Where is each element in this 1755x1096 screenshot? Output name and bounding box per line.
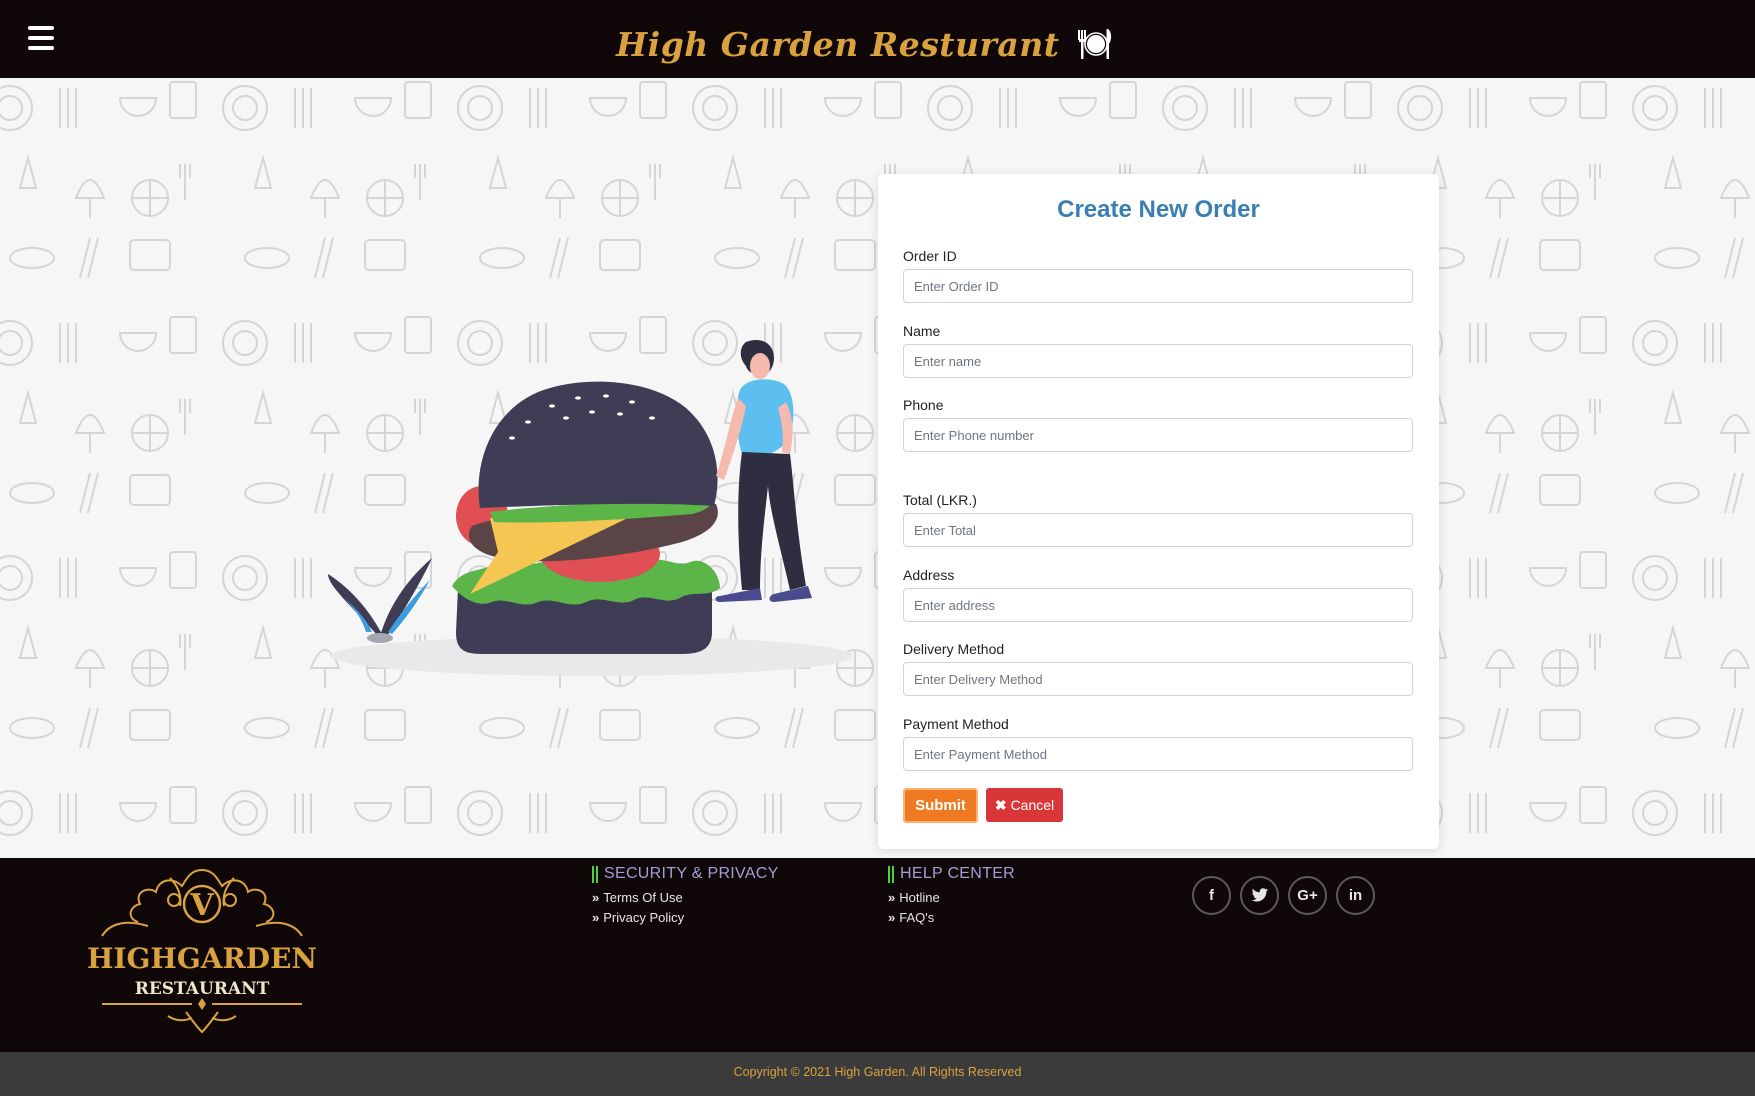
double-chevron-right-icon: » bbox=[888, 890, 896, 905]
payment-method-label: Payment Method bbox=[903, 716, 1009, 732]
total-label: Total (LKR.) bbox=[903, 492, 977, 508]
help-center-section: HELP CENTER » Hotline » FAQ's bbox=[888, 862, 1015, 926]
main-content: Create New Order Order ID Name Phone Tot… bbox=[0, 78, 1755, 858]
name-input[interactable] bbox=[903, 344, 1413, 378]
brand[interactable]: High Garden Resturant bbox=[616, 20, 1114, 68]
top-navbar: High Garden Resturant bbox=[0, 0, 1755, 78]
highgarden-restaurant-logo[interactable]: V HIGHGARDEN RESTAURANT bbox=[82, 866, 322, 1036]
create-order-form: Create New Order Order ID Name Phone Tot… bbox=[878, 174, 1439, 849]
total-input[interactable] bbox=[903, 513, 1413, 547]
hamburger-menu-icon[interactable] bbox=[28, 26, 54, 50]
terms-of-use-link[interactable]: » Terms Of Use bbox=[592, 889, 779, 906]
order-id-label: Order ID bbox=[903, 248, 957, 264]
logo-initial: V bbox=[189, 888, 214, 923]
phone-label: Phone bbox=[903, 397, 944, 413]
double-chevron-right-icon: » bbox=[592, 910, 600, 925]
security-privacy-section: SECURITY & PRIVACY » Terms Of Use » Priv… bbox=[592, 862, 779, 926]
cancel-button[interactable]: ✖ Cancel bbox=[986, 788, 1063, 822]
delivery-method-label: Delivery Method bbox=[903, 641, 1005, 657]
section-marker bbox=[592, 865, 598, 883]
logo-line-2: RESTAURANT bbox=[135, 979, 270, 999]
name-label: Name bbox=[903, 323, 941, 339]
logo-line-1: HIGHGARDEN bbox=[87, 942, 317, 975]
social-links: f G+ in bbox=[1192, 876, 1375, 915]
address-input[interactable] bbox=[903, 588, 1413, 622]
phone-input[interactable] bbox=[903, 418, 1413, 452]
footer: V HIGHGARDEN RESTAURANT SECURITY & PRIVA… bbox=[0, 858, 1755, 1052]
linkedin-icon[interactable]: in bbox=[1336, 876, 1375, 915]
privacy-policy-link[interactable]: » Privacy Policy bbox=[592, 909, 779, 926]
copyright-text: Copyright © 2021 High Garden. All Rights… bbox=[733, 1065, 1022, 1079]
section-marker bbox=[888, 865, 894, 883]
burger-illustration bbox=[328, 339, 852, 676]
brand-name: High Garden Resturant bbox=[616, 24, 1060, 64]
copyright-bar: Copyright © 2021 High Garden. All Rights… bbox=[0, 1052, 1755, 1096]
double-chevron-right-icon: » bbox=[888, 910, 896, 925]
double-chevron-right-icon: » bbox=[592, 890, 600, 905]
payment-method-input[interactable] bbox=[903, 737, 1413, 771]
close-icon: ✖ bbox=[994, 796, 1007, 813]
help-heading: HELP CENTER bbox=[900, 865, 1016, 882]
form-title: Create New Order bbox=[1057, 196, 1260, 223]
faqs-link[interactable]: » FAQ's bbox=[888, 909, 1015, 926]
address-label: Address bbox=[903, 567, 955, 583]
delivery-method-input[interactable] bbox=[903, 662, 1413, 696]
cancel-label: Cancel bbox=[1010, 797, 1055, 813]
twitter-icon[interactable] bbox=[1240, 876, 1279, 915]
submit-button[interactable]: Submit bbox=[903, 788, 978, 823]
order-id-input[interactable] bbox=[903, 269, 1413, 303]
security-heading: SECURITY & PRIVACY bbox=[604, 865, 779, 882]
google-plus-icon[interactable]: G+ bbox=[1288, 876, 1327, 915]
facebook-icon[interactable]: f bbox=[1192, 876, 1231, 915]
plate-cutlery-icon bbox=[1077, 29, 1111, 59]
hotline-link[interactable]: » Hotline bbox=[888, 889, 1015, 906]
